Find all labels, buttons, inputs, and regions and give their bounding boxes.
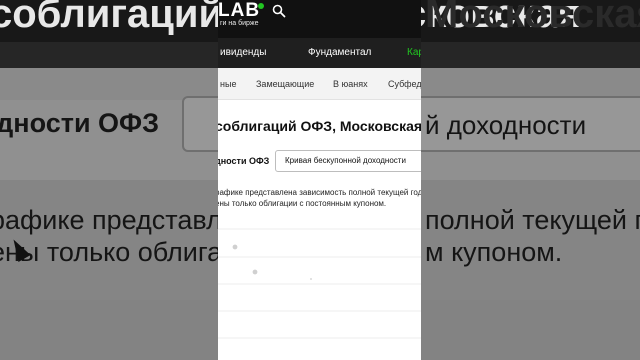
yield-curve-chart bbox=[218, 228, 421, 339]
subtab-subfed[interactable]: Субфед bbox=[388, 79, 421, 89]
nav-item-dividends[interactable]: ивиденды bbox=[220, 47, 266, 58]
subtab-replacing[interactable]: Замещающие bbox=[256, 79, 314, 89]
subtab-1[interactable]: ные bbox=[220, 79, 236, 89]
main-content: соблигаций ОФЗ, Московская дности ОФЗ Кр… bbox=[218, 100, 421, 360]
chart-point bbox=[252, 269, 258, 275]
field-label: дности ОФЗ bbox=[218, 156, 270, 166]
nav-item-fundamental[interactable]: Фундаментал bbox=[308, 47, 371, 58]
curve-type-select[interactable]: Кривая бескупонной доходности bbox=[275, 150, 421, 172]
bg-paragraph-2-left: ены только облига bbox=[0, 237, 223, 267]
search-icon[interactable] bbox=[272, 4, 286, 18]
bg-heading-left: одности ОФЗ bbox=[0, 108, 160, 138]
description-line-1: рафике представлена зависимость полной т… bbox=[218, 188, 421, 197]
sub-tabs: ные Замещающие В юанях Субфед bbox=[218, 68, 421, 100]
bg-heading-right: й доходности bbox=[425, 110, 587, 140]
description-line-2: ены только облигации с постоянным купоно… bbox=[218, 199, 387, 208]
logo-dot-icon bbox=[258, 3, 264, 9]
logo[interactable]: LAB bbox=[218, 0, 260, 22]
bg-paragraph-2-right: м купоном. bbox=[425, 237, 563, 267]
page-title: соблигаций ОФЗ, Московская bbox=[218, 118, 421, 134]
main-nav: ивиденды Фундаментал Кар bbox=[218, 38, 421, 68]
bg-paragraph-1-right: полной текущей год bbox=[425, 205, 640, 235]
bg-title-right: Московская bbox=[425, 0, 640, 36]
select-value: Кривая бескупонной доходности bbox=[285, 156, 406, 165]
chart-point bbox=[310, 278, 312, 280]
chart-point bbox=[232, 244, 238, 250]
logo-subtitle: ги на бирже bbox=[220, 20, 259, 27]
site-header: LAB ги на бирже bbox=[218, 0, 421, 38]
subtab-yuan[interactable]: В юанях bbox=[333, 79, 368, 89]
bg-paragraph-1-left: рафике представле bbox=[0, 205, 237, 235]
phone-view: LAB ги на бирже ивиденды Фундаментал Кар… bbox=[218, 0, 421, 360]
nav-item-map[interactable]: Кар bbox=[407, 47, 421, 58]
